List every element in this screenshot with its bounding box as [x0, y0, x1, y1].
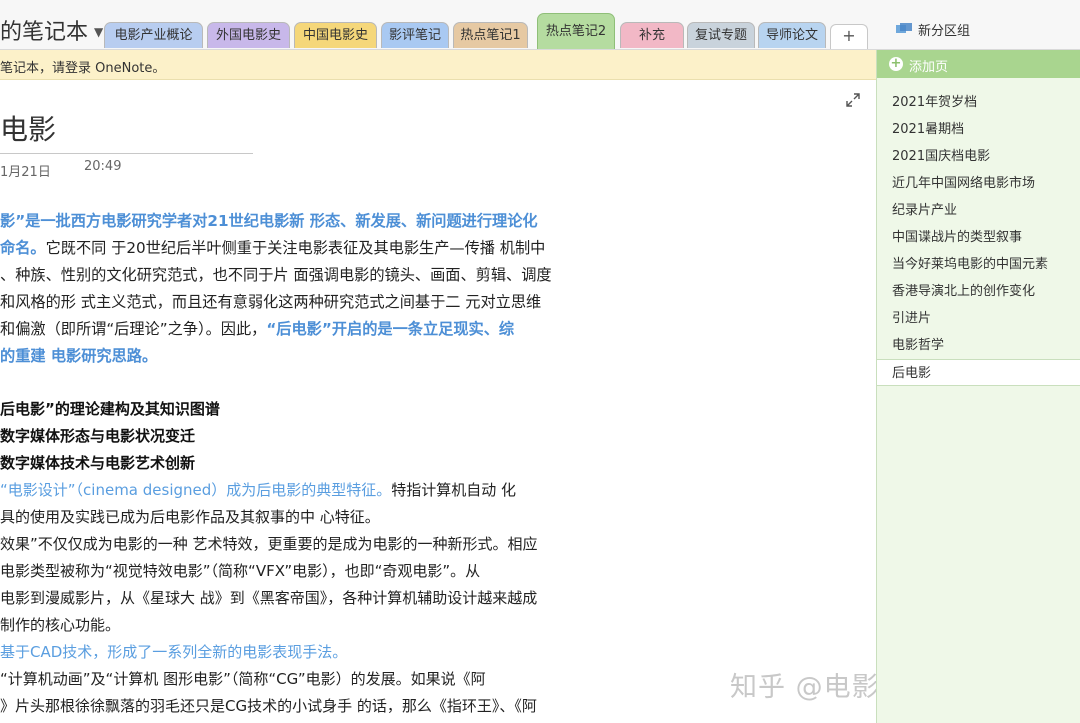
- section-tab[interactable]: 中国电影史: [294, 22, 377, 48]
- page-item[interactable]: 当今好莱坞电影的中国元素: [877, 251, 1080, 278]
- text-run: 特指计算机自动 化: [391, 481, 517, 499]
- section-tab[interactable]: 热点笔记1: [453, 22, 528, 48]
- text-line: 电影类型被称为“视觉特效电影”（简称“VFX”电影），也即“奇观电影”。从: [0, 558, 620, 585]
- text-line: 电影到漫威影片，从《星球大 战》到《黑客帝国》，各种计算机辅助设计越来越成: [0, 585, 620, 612]
- text-run: 电影类型被称为“视觉特效电影”（简称“VFX”电影），也即“奇观电影”。从: [0, 562, 481, 580]
- text-run: 制作的核心功能。: [0, 616, 121, 634]
- text-line: 和偏激（即所谓“后理论”之争）。因此，“后电影”开启的是一条立足现实、综: [0, 316, 600, 343]
- text-run: 》片头那根徐徐飘落的羽毛还只是CG技术的小试身手 的话，那么《指环王》、《阿: [0, 697, 537, 715]
- text-run: 和偏激（即所谓“后理论”之争）。因此，: [0, 320, 267, 338]
- text-run: “计算机动画”及“计算机 图形电影”（简称“CG”电影）的发展。如果说《阿: [0, 670, 486, 688]
- text-run: 影”是一批西方电影研究学者对21世纪电影新 形态、新发展、新问题进行理论化: [0, 212, 538, 230]
- text-run: “后电影”开启的是一条立足现实、综: [266, 320, 515, 338]
- text-line: 具的使用及实践已成为后电影作品及其叙事的中 心特征。: [0, 504, 620, 531]
- notebook-selector[interactable]: 的笔记本 ▼: [0, 14, 103, 46]
- page-item[interactable]: 中国谍战片的类型叙事: [877, 224, 1080, 251]
- section-tab[interactable]: 复试专题: [687, 22, 755, 48]
- new-section-group-button[interactable]: 新分区组: [896, 20, 970, 39]
- add-section-button[interactable]: +: [830, 24, 868, 49]
- page-item[interactable]: 2021年贺岁档: [877, 89, 1080, 116]
- watermark: 知乎 @电影学考研阁楼: [730, 672, 876, 703]
- outline-list[interactable]: 后电影”的理论建构及其知识图谱 数字媒体形态与电影状况变迁 数字媒体技术与电影艺术创…: [0, 396, 620, 720]
- page-list-pane: + 添加页 2021年贺岁档 2021暑期档 2021国庆档电影 近几年中国网络电影市…: [876, 50, 1080, 723]
- add-page-label: 添加页: [909, 60, 949, 75]
- text-line: 的重建 电影研究思路。: [0, 343, 600, 370]
- page-item[interactable]: 2021国庆档电影: [877, 143, 1080, 170]
- page-date: 1月21日: [0, 165, 51, 180]
- text-run: 命名。: [0, 239, 46, 257]
- text-run: 电影到漫威影片，从《星球大 战》到《黑客帝国》，各种计算机辅助设计越来越成: [0, 589, 538, 607]
- page-item[interactable]: 近几年中国网络电影市场: [877, 170, 1080, 197]
- text-run: 、种族、性别的文化研究范式，也不同于片 面强调电影的镜头、画面、剪辑、调度: [0, 266, 552, 284]
- section-tab[interactable]: 电影产业概论: [104, 22, 203, 48]
- text-line: 和风格的形 式主义范式，而且还有意弱化这两种研究范式之间基于二 元对立思维: [0, 289, 600, 316]
- text-line: 效果”不仅仅成为电影的一种 艺术特效，更重要的是成为电影的一种新形式。相应: [0, 531, 620, 558]
- notebook-header: 的笔记本 ▼ 电影产业概论 外国电影史 中国电影史 影评笔记 热点笔记1 热点笔记2 补充 复试…: [0, 0, 1080, 50]
- text-run: 基于CAD技术，形成了一系列全新的电影表现手法。: [0, 643, 348, 661]
- text-line: 、种族、性别的文化研究范式，也不同于片 面强调电影的镜头、画面、剪辑、调度: [0, 262, 600, 289]
- page-canvas[interactable]: 电影 1月21日 20:49 影”是一批西方电影研究学者对21世纪电影新 形态、…: [0, 80, 876, 723]
- page-item[interactable]: 电影哲学: [877, 332, 1080, 359]
- text-run: “电影设计”（cinema designed）成为后电影的典型特征。: [0, 481, 392, 499]
- page-item[interactable]: 纪录片产业: [877, 197, 1080, 224]
- text-line: 影”是一批西方电影研究学者对21世纪电影新 形态、新发展、新问题进行理论化: [0, 208, 600, 235]
- page-list: 2021年贺岁档 2021暑期档 2021国庆档电影 近几年中国网络电影市场 纪录片产业…: [877, 89, 1080, 386]
- section-tab[interactable]: 影评笔记: [381, 22, 449, 48]
- section-group-label: 新分区组: [918, 24, 971, 39]
- page-title[interactable]: 电影: [0, 108, 56, 148]
- section-tab[interactable]: 外国电影史: [207, 22, 290, 48]
- notebook-title: 的笔记本: [0, 20, 89, 45]
- text-run: 后电影”的理论建构及其知识图谱: [0, 400, 220, 418]
- text-line: “计算机动画”及“计算机 图形电影”（简称“CG”电影）的发展。如果说《阿: [0, 666, 620, 693]
- add-icon: +: [889, 56, 903, 71]
- chevron-down-icon: ▼: [94, 25, 104, 39]
- title-underline: [0, 153, 253, 154]
- text-line: 数字媒体技术与电影艺术创新: [0, 450, 620, 477]
- text-run: 具的使用及实践已成为后电影作品及其叙事的中 心特征。: [0, 508, 380, 526]
- section-tab[interactable]: 热点笔记2: [537, 13, 615, 49]
- text-line: “电影设计”（cinema designed）成为后电影的典型特征。特指计算机自…: [0, 477, 620, 504]
- text-line: 命名。它既不同 于20世纪后半叶侧重于关注电影表征及其电影生产—传播 机制中: [0, 235, 600, 262]
- text-line: 数字媒体形态与电影状况变迁: [0, 423, 620, 450]
- text-run: 效果”不仅仅成为电影的一种 艺术特效，更重要的是成为电影的一种新形式。相应: [0, 535, 538, 553]
- page-item[interactable]: 后电影: [877, 359, 1080, 386]
- page-item[interactable]: 引进片: [877, 305, 1080, 332]
- add-page-button[interactable]: + 添加页: [877, 50, 1080, 78]
- text-line: 》片头那根徐徐飘落的羽毛还只是CG技术的小试身手 的话，那么《指环王》、《阿: [0, 693, 620, 720]
- infobar-text: 笔记本，请登录 OneNote。: [0, 61, 166, 76]
- page-item[interactable]: 香港导演北上的创作变化: [877, 278, 1080, 305]
- text-run: 和风格的形 式主义范式，而且还有意弱化这两种研究范式之间基于二 元对立思维: [0, 293, 542, 311]
- text-line: 制作的核心功能。: [0, 612, 620, 639]
- expand-icon[interactable]: [845, 92, 863, 110]
- text-run: 数字媒体形态与电影状况变迁: [0, 427, 196, 445]
- text-line: 基于CAD技术，形成了一系列全新的电影表现手法。: [0, 639, 620, 666]
- text-run: 它既不同 于20世纪后半叶侧重于关注电影表征及其电影生产—传播 机制中: [45, 239, 546, 257]
- sign-in-infobar: 笔记本，请登录 OneNote。: [0, 50, 876, 80]
- section-tab[interactable]: 导师论文: [758, 22, 826, 48]
- section-group-icon: [896, 23, 912, 33]
- text-run: 的重建 电影研究思路。: [0, 347, 158, 365]
- text-line: 后电影”的理论建构及其知识图谱: [0, 396, 620, 423]
- section-tab[interactable]: 补充: [620, 22, 684, 48]
- page-item[interactable]: 2021暑期档: [877, 116, 1080, 143]
- intro-paragraph[interactable]: 影”是一批西方电影研究学者对21世纪电影新 形态、新发展、新问题进行理论化 命名。…: [0, 208, 600, 370]
- text-run: 数字媒体技术与电影艺术创新: [0, 454, 196, 472]
- page-time: 20:49: [84, 159, 122, 174]
